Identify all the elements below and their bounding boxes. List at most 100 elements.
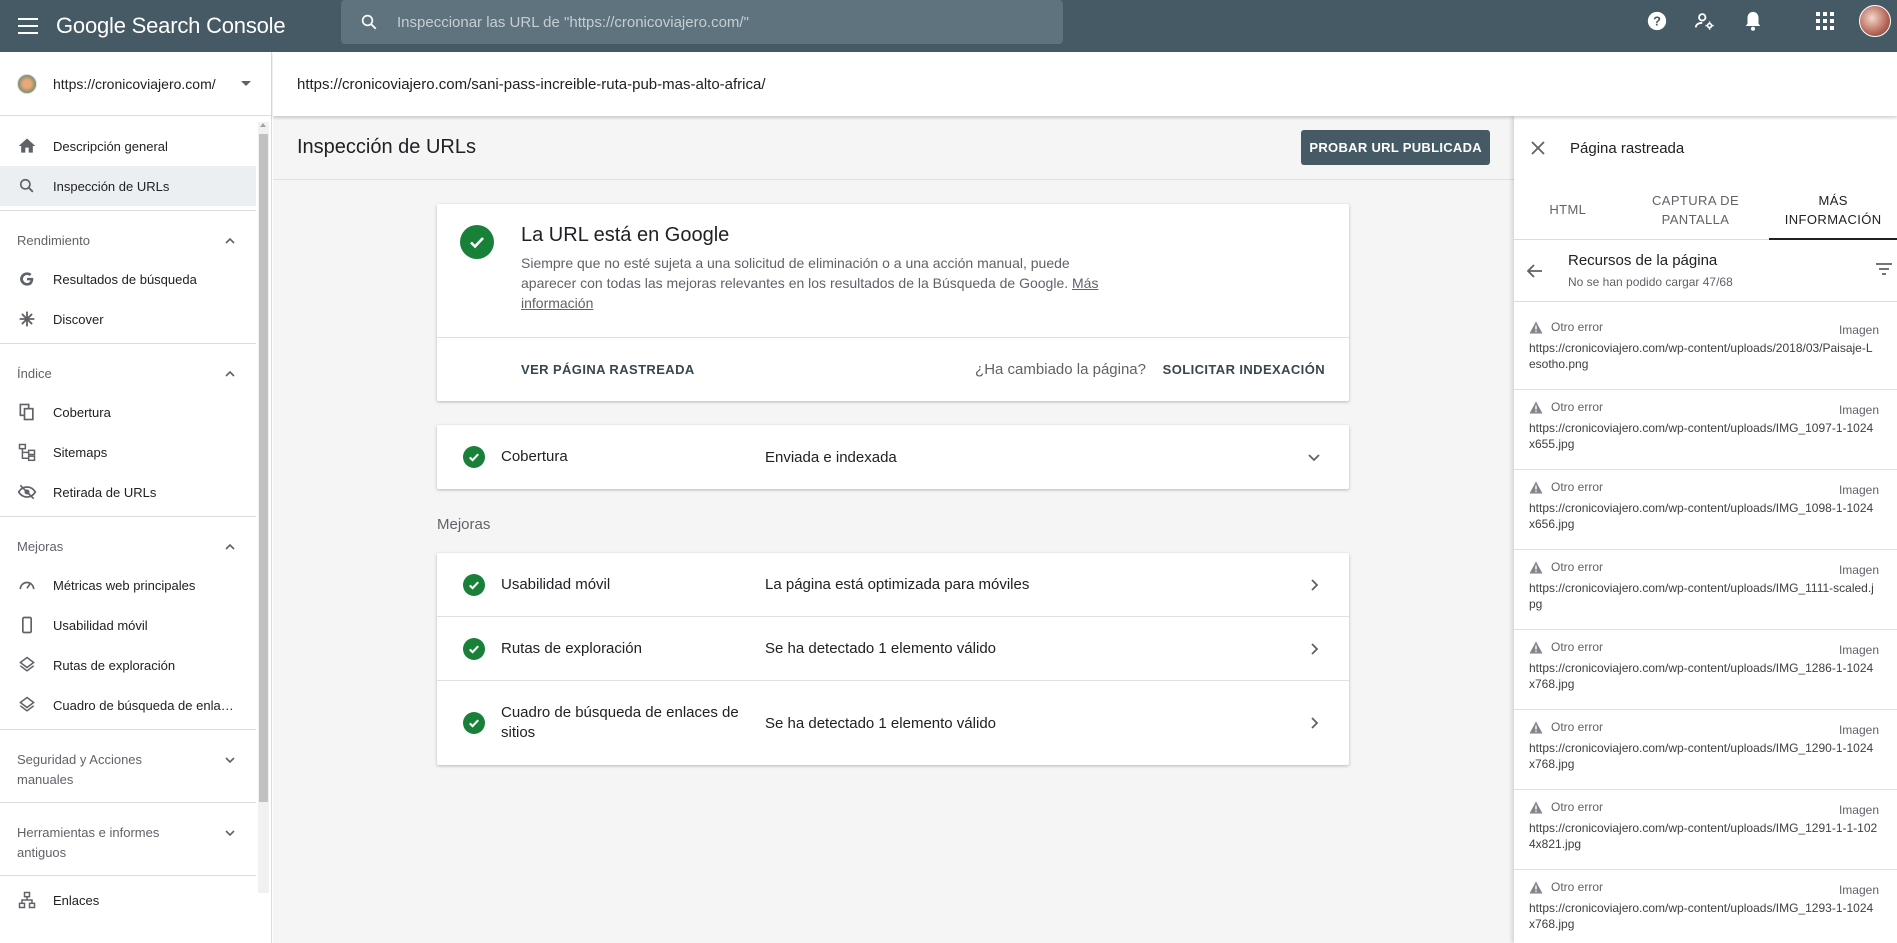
tab-html[interactable]: HTML bbox=[1514, 180, 1622, 239]
divider bbox=[0, 802, 256, 803]
search-input[interactable] bbox=[397, 13, 997, 31]
warning-icon bbox=[1529, 801, 1543, 813]
list-item[interactable]: Otro error Imagen https://cronicoviajero… bbox=[1514, 470, 1897, 550]
section-herramientas[interactable]: Herramientas e informes antiguos bbox=[0, 807, 256, 871]
chevron-right-icon[interactable] bbox=[1307, 716, 1321, 730]
help-icon: ? bbox=[1647, 11, 1667, 31]
resource-status: Otro error bbox=[1551, 880, 1604, 894]
google-g-icon bbox=[20, 272, 34, 286]
property-url: https://cronicoviajero.com/ bbox=[53, 75, 216, 92]
list-item[interactable]: Otro error Imagen https://cronicoviajero… bbox=[1514, 630, 1897, 710]
warning-icon bbox=[1529, 881, 1543, 893]
list-item[interactable]: Otro error Imagen https://cronicoviajero… bbox=[1514, 310, 1897, 390]
sidebar-item-discover[interactable]: Discover bbox=[0, 299, 256, 339]
enhancement-row-sitelinks-searchbox[interactable]: Cuadro de búsqueda de enlaces de sitios … bbox=[437, 681, 1349, 765]
search-icon bbox=[19, 178, 34, 193]
list-item[interactable]: Otro error Imagen https://cronicoviajero… bbox=[1514, 870, 1897, 943]
property-selector[interactable]: https://cronicoviajero.com/ bbox=[0, 52, 271, 116]
apps-grid-icon bbox=[1816, 12, 1834, 30]
sidebar-item-links[interactable]: Enlaces bbox=[0, 880, 256, 920]
sidebar-item-sitemaps[interactable]: Sitemaps bbox=[0, 432, 256, 472]
resource-type: Imagen bbox=[1838, 403, 1879, 417]
resource-status: Otro error bbox=[1551, 320, 1604, 334]
resource-status: Otro error bbox=[1551, 400, 1604, 414]
resources-list: Otro error Imagen https://cronicoviajero… bbox=[1514, 310, 1897, 943]
section-indice[interactable]: Índice bbox=[0, 348, 256, 392]
scrollbar-thumb[interactable] bbox=[259, 134, 268, 802]
section-title: Rendimiento bbox=[17, 233, 90, 248]
property-favicon bbox=[17, 73, 37, 94]
warning-icon bbox=[1529, 321, 1543, 333]
help-button[interactable]: ? bbox=[1633, 0, 1681, 42]
sidebar-item-label: Enlaces bbox=[53, 892, 100, 908]
request-indexing-button[interactable]: SOLICITAR INDEXACIÓN bbox=[1163, 362, 1325, 377]
coverage-card[interactable]: Cobertura Enviada e indexada bbox=[437, 425, 1349, 489]
chevron-right-icon[interactable] bbox=[1307, 642, 1321, 656]
list-item[interactable]: Otro error Imagen https://cronicoviajero… bbox=[1514, 790, 1897, 870]
warning-icon bbox=[1529, 481, 1543, 493]
divider bbox=[0, 210, 256, 211]
resource-url: https://cronicoviajero.com/wp-content/up… bbox=[1529, 421, 1874, 451]
chevron-down-icon[interactable] bbox=[1307, 450, 1321, 464]
list-item[interactable]: Otro error Imagen https://cronicoviajero… bbox=[1514, 550, 1897, 630]
resource-status: Otro error bbox=[1551, 480, 1604, 494]
sidebar-item-coverage[interactable]: Cobertura bbox=[0, 392, 256, 432]
smartphone-icon bbox=[22, 616, 32, 634]
main-header: Inspección de URLs PROBAR URL PUBLICADA bbox=[273, 116, 1514, 180]
app-logo[interactable]: Google Search Console bbox=[56, 13, 341, 39]
resource-url: https://cronicoviajero.com/wp-content/up… bbox=[1529, 581, 1874, 611]
user-avatar[interactable] bbox=[1859, 5, 1891, 37]
chevron-right-icon[interactable] bbox=[1307, 578, 1321, 592]
list-item[interactable]: Otro error Imagen https://cronicoviajero… bbox=[1514, 390, 1897, 470]
enhancement-row-breadcrumbs[interactable]: Rutas de exploración Se ha detectado 1 e… bbox=[437, 617, 1349, 681]
filter-icon[interactable] bbox=[1875, 262, 1893, 276]
enhancement-value: La página está optimizada para móviles bbox=[765, 576, 1030, 593]
manage-accounts-icon bbox=[1694, 13, 1714, 30]
inspected-url-bar: https://cronicoviajero.com/sani-pass-inc… bbox=[273, 52, 1897, 116]
sidebar-item-label: Cobertura bbox=[53, 404, 111, 420]
tab-screenshot[interactable]: CAPTURA DE PANTALLA bbox=[1622, 180, 1770, 239]
top-app-bar: Google Search Console ? bbox=[0, 0, 1897, 52]
sidebar-item-url-inspection[interactable]: Inspección de URLs bbox=[0, 166, 256, 206]
account-settings-button[interactable] bbox=[1681, 0, 1729, 42]
sidebar-item-core-web-vitals[interactable]: Métricas web principales bbox=[0, 565, 256, 605]
coverage-row[interactable]: Cobertura Enviada e indexada bbox=[437, 425, 1349, 489]
scroll-up-arrow-icon[interactable] bbox=[260, 123, 266, 127]
sidebar-item-sitelinks-searchbox[interactable]: Cuadro de búsqueda de enla… bbox=[0, 685, 256, 725]
sidebar-item-label: Cuadro de búsqueda de enla… bbox=[53, 697, 234, 713]
view-crawled-page-button[interactable]: VER PÁGINA RASTREADA bbox=[521, 362, 695, 377]
sidebar-item-breadcrumbs[interactable]: Rutas de exploración bbox=[0, 645, 256, 685]
apps-button[interactable] bbox=[1801, 0, 1849, 42]
chevron-up-icon bbox=[225, 370, 235, 377]
menu-button[interactable] bbox=[0, 0, 56, 52]
section-mejoras[interactable]: Mejoras bbox=[0, 521, 256, 565]
enhancement-label: Rutas de exploración bbox=[501, 639, 642, 657]
section-rendimiento[interactable]: Rendimiento bbox=[0, 215, 256, 259]
check-circle-icon bbox=[463, 637, 485, 660]
section-seguridad[interactable]: Seguridad y Acciones manuales bbox=[0, 734, 256, 798]
notifications-button[interactable] bbox=[1729, 0, 1777, 42]
sidebar-scrollbar[interactable] bbox=[258, 122, 269, 893]
sidebar-item-mobile-usability[interactable]: Usabilidad móvil bbox=[0, 605, 256, 645]
resource-url: https://cronicoviajero.com/wp-content/up… bbox=[1529, 341, 1873, 371]
status-description: Siempre que no esté sujeta a una solicit… bbox=[521, 253, 1101, 313]
resource-status: Otro error bbox=[1551, 720, 1604, 734]
asterisk-icon bbox=[19, 311, 35, 327]
warning-icon bbox=[1529, 721, 1543, 733]
close-icon[interactable] bbox=[1530, 140, 1546, 156]
enhancements-card: Usabilidad móvil La página está optimiza… bbox=[437, 553, 1349, 765]
tab-more-info[interactable]: MÁS INFORMACIÓN bbox=[1769, 180, 1897, 240]
resource-url: https://cronicoviajero.com/wp-content/up… bbox=[1529, 821, 1878, 851]
list-item[interactable]: Otro error Imagen https://cronicoviajero… bbox=[1514, 710, 1897, 790]
sidebar-item-search-results[interactable]: Resultados de búsqueda bbox=[0, 259, 256, 299]
sidebar-item-removals[interactable]: Retirada de URLs bbox=[0, 472, 256, 512]
test-live-url-button[interactable]: PROBAR URL PUBLICADA bbox=[1301, 130, 1490, 165]
enhancement-row-mobile-usability[interactable]: Usabilidad móvil La página está optimiza… bbox=[437, 553, 1349, 617]
coverage-value: Enviada e indexada bbox=[765, 448, 897, 466]
resource-url: https://cronicoviajero.com/wp-content/up… bbox=[1529, 741, 1874, 771]
layers-icon bbox=[19, 656, 35, 672]
url-inspection-search[interactable] bbox=[341, 0, 1063, 44]
arrow-back-icon[interactable] bbox=[1526, 262, 1544, 280]
sidebar-item-overview[interactable]: Descripción general bbox=[0, 126, 256, 166]
resource-status: Otro error bbox=[1551, 640, 1604, 654]
